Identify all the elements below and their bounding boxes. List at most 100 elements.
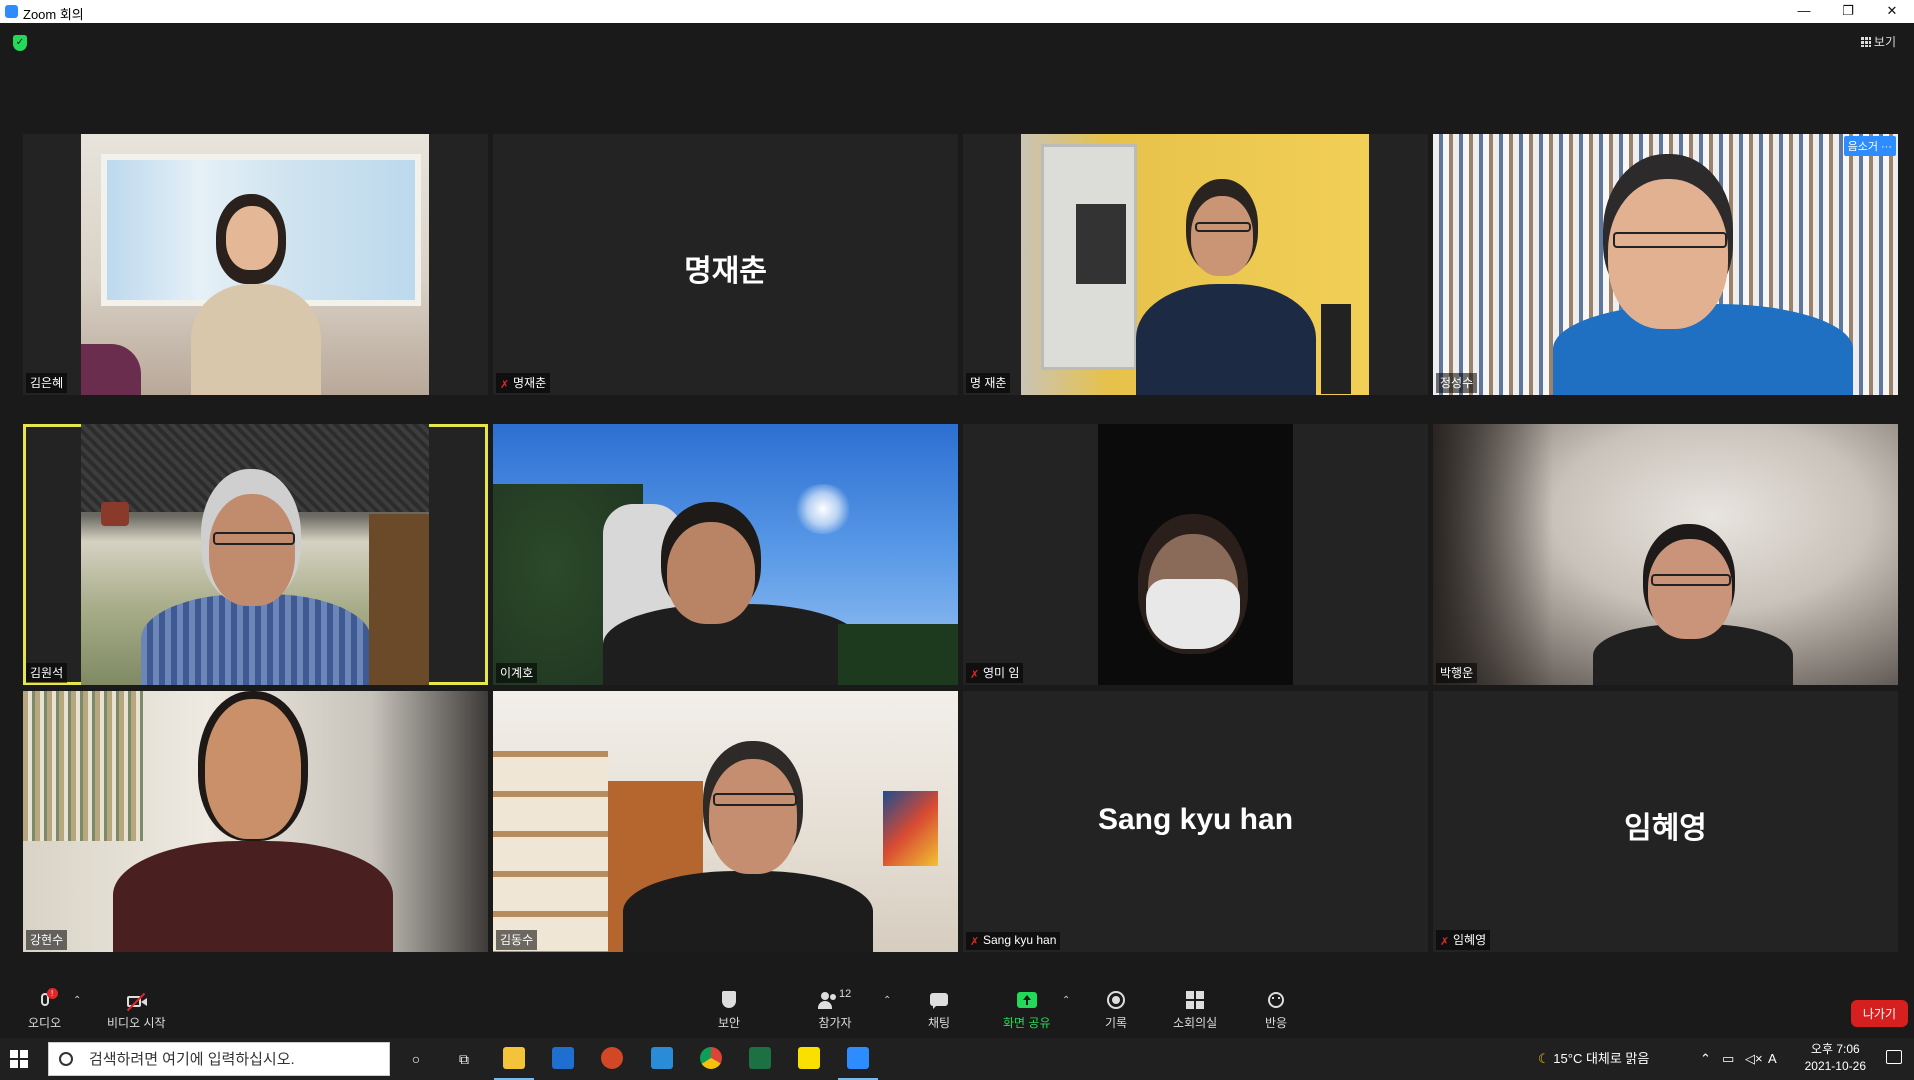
participant-display-name: Sang kyu han — [1097, 803, 1294, 836]
participant-face — [209, 494, 295, 606]
excel-icon[interactable] — [749, 1047, 771, 1069]
reactions-label: 반응 — [1265, 1016, 1288, 1030]
participant-display-name: 임혜영 — [1624, 812, 1707, 845]
participant-video — [23, 691, 488, 952]
participants-count: 12 — [839, 988, 852, 1000]
participants-button[interactable]: 12 참가자 — [815, 988, 855, 1031]
participant-name-label: 박행운 — [1436, 663, 1478, 683]
participant-face — [667, 522, 755, 624]
participant-tile-sang-kyu-han[interactable]: Sang kyu han ✗ Sang kyu han — [963, 691, 1428, 952]
encryption-shield-icon[interactable]: ✓ — [13, 35, 27, 51]
notification-icon[interactable] — [1886, 1050, 1902, 1064]
participant-video — [1021, 134, 1369, 395]
kakaotalk-icon[interactable] — [798, 1047, 820, 1069]
participant-tile-lee-gyeho[interactable]: 이계호 — [493, 424, 958, 685]
participant-name-label: 강현수 — [26, 930, 68, 950]
participant-name-label: ✗ Sang kyu han — [966, 932, 1061, 950]
mic-muted-icon: ✗ — [500, 379, 510, 391]
participant-face — [1648, 539, 1732, 639]
record-icon — [1105, 991, 1127, 1011]
bookshelf — [23, 691, 143, 841]
share-options-caret[interactable]: ⌃ — [1062, 995, 1070, 1006]
view-button[interactable]: 보기 — [1860, 33, 1896, 50]
weather-widget[interactable]: ☾ 15°C 대체로 맑음 — [1538, 1038, 1649, 1080]
face-mask — [1146, 579, 1240, 649]
glasses — [713, 793, 797, 806]
restore-button[interactable]: ❐ — [1826, 0, 1870, 23]
chat-button[interactable]: 채팅 — [928, 991, 950, 1031]
search-placeholder: 검색하려면 여기에 입력하십시오. — [89, 1051, 295, 1068]
participant-face — [205, 699, 301, 839]
volume-muted-icon[interactable]: ◁× — [1745, 1038, 1763, 1080]
reactions-button[interactable]: 반응 — [1265, 991, 1287, 1031]
audio-options-caret[interactable]: ⌃ — [73, 995, 81, 1006]
app-icon[interactable] — [651, 1047, 673, 1069]
breakout-rooms-button[interactable]: 소회의실 — [1173, 991, 1217, 1031]
participant-video — [493, 691, 958, 952]
participants-label: 참가자 — [818, 1016, 852, 1030]
cortana-icon[interactable]: ○ — [400, 1043, 432, 1075]
participant-name: 임혜영 — [1453, 933, 1487, 947]
windows-start-icon[interactable] — [10, 1050, 28, 1068]
participant-display-name: 명재춘 — [684, 255, 767, 288]
taskbar-search-box[interactable]: 검색하려면 여기에 입력하십시오. — [48, 1042, 390, 1076]
windows-taskbar: 검색하려면 여기에 입력하십시오. ○ ⧉ ☾ 15°C 대체로 맑음 ⌃ ▭ … — [0, 1038, 1914, 1080]
participant-tile-kang-hyunsu[interactable]: 강현수 — [23, 691, 488, 952]
meeting-toolbar: ! 오디오 ⌃ 비디오 시작 보안 12 참가자 ⌃ 채팅 화면 공유 ⌃ 기록… — [0, 985, 1914, 1038]
mic-muted-icon: ✗ — [970, 669, 980, 681]
participant-tile-kim-eunhye[interactable]: 김은혜 — [23, 134, 488, 395]
clock-date: 2021-10-26 — [1804, 1059, 1866, 1073]
view-label: 보기 — [1873, 35, 1896, 49]
audio-button[interactable]: ! 오디오 — [28, 988, 61, 1031]
ime-indicator[interactable]: A — [1768, 1038, 1777, 1080]
chat-label: 채팅 — [928, 1016, 951, 1030]
blurred-edge — [1433, 424, 1553, 685]
store-icon[interactable] — [552, 1047, 574, 1069]
network-icon[interactable]: ▭ — [1722, 1038, 1734, 1080]
share-screen-button[interactable]: 화면 공유 — [1003, 991, 1051, 1031]
participant-name: 명재춘 — [513, 376, 547, 390]
participant-tile-youngmi-lim[interactable]: ✗ 영미 임 — [963, 424, 1428, 685]
participant-tile-kim-wonseok[interactable]: 김원석 — [23, 424, 488, 685]
minimize-button[interactable]: — — [1782, 0, 1826, 23]
participant-video — [1433, 134, 1898, 395]
security-shield-icon — [718, 991, 740, 1011]
participant-tile-jung-sungsu[interactable]: 음소거 ··· 정성수 — [1433, 134, 1898, 395]
close-button[interactable]: ✕ — [1870, 0, 1914, 23]
leave-meeting-button[interactable]: 나가기 — [1850, 1000, 1908, 1027]
zoom-app-icon — [5, 5, 18, 18]
participant-tile-myung-jaechun-2[interactable]: 명 재춘 — [963, 134, 1428, 395]
poster — [1076, 204, 1126, 284]
more-options-badge[interactable]: 음소거 ··· — [1843, 136, 1896, 156]
powerpoint-icon[interactable] — [601, 1047, 623, 1069]
meeting-area: ✓ 보기 김은혜 명재춘 ✗ 명재춘 명 재춘 음소거 ··· 정성수 김원석 … — [0, 23, 1914, 1038]
participant-tile-lim-hyeyoung[interactable]: 임혜영 ✗ 임혜영 — [1433, 691, 1898, 952]
record-label: 기록 — [1105, 1016, 1128, 1030]
participant-name-label: 정성수 — [1436, 373, 1478, 393]
security-button[interactable]: 보안 — [718, 991, 740, 1031]
start-video-button[interactable]: 비디오 시작 — [107, 991, 166, 1031]
taskbar-clock[interactable]: 오후 7:06 2021-10-26 — [1805, 1041, 1866, 1075]
participant-name: 정성수 — [1440, 376, 1474, 390]
participant-tile-myung-jaechun[interactable]: 명재춘 ✗ 명재춘 — [493, 134, 958, 395]
file-explorer-icon[interactable] — [503, 1047, 525, 1069]
participants-options-caret[interactable]: ⌃ — [883, 995, 891, 1006]
shelf — [493, 751, 608, 952]
breakout-label: 소회의실 — [1173, 1016, 1218, 1030]
zoom-taskbar-icon[interactable] — [847, 1047, 869, 1069]
participant-tile-kim-dongsu[interactable]: 김동수 — [493, 691, 958, 952]
chrome-icon[interactable] — [700, 1047, 722, 1069]
tray-chevron-icon[interactable]: ⌃ — [1700, 1038, 1711, 1080]
participant-name: 명 재춘 — [970, 376, 1007, 390]
microphone-icon: ! — [34, 988, 58, 1011]
participant-face — [226, 206, 278, 270]
participant-body — [191, 284, 321, 395]
glasses — [1195, 222, 1251, 232]
record-button[interactable]: 기록 — [1105, 991, 1127, 1031]
participant-video — [81, 424, 429, 685]
participant-tile-park-haengun[interactable]: 박행운 — [1433, 424, 1898, 685]
participant-name-label: ✗ 임혜영 — [1436, 930, 1491, 950]
participant-video — [493, 424, 958, 685]
task-view-icon[interactable]: ⧉ — [448, 1043, 480, 1075]
share-label: 화면 공유 — [1003, 1016, 1051, 1030]
